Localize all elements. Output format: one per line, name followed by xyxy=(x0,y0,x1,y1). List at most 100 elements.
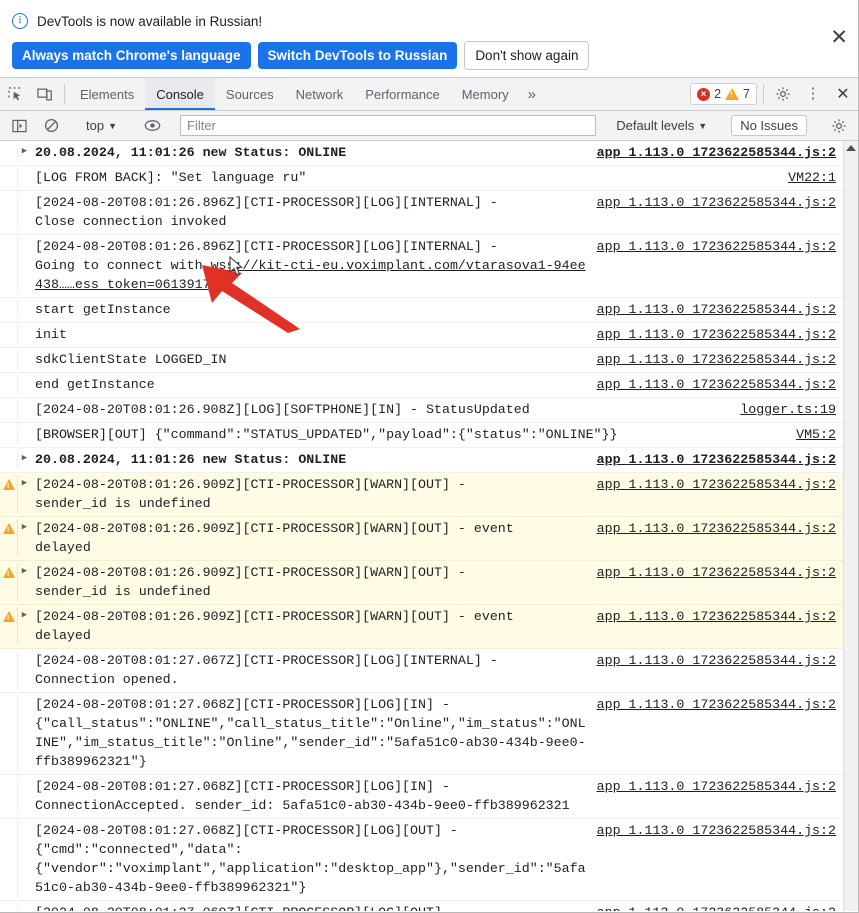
row-gutter xyxy=(0,143,18,162)
console-warning-row[interactable]: ▶[2024-08-20T08:01:26.909Z][CTI-PROCESSO… xyxy=(0,473,858,517)
tabstrip-divider xyxy=(64,84,65,104)
tab-sources[interactable]: Sources xyxy=(215,78,285,110)
always-match-chrome-language-button[interactable]: Always match Chrome's language xyxy=(12,42,251,69)
banner-actions-row: Always match Chrome's language Switch De… xyxy=(12,41,846,70)
info-icon: i xyxy=(12,13,28,29)
source-link[interactable]: app_1.113.0_1723622585344.js:2 xyxy=(597,607,858,626)
close-icon[interactable]: ✕ xyxy=(828,78,858,110)
live-expression-icon[interactable] xyxy=(137,119,167,132)
warning-icon xyxy=(2,611,15,622)
row-gutter xyxy=(0,400,18,419)
source-link[interactable]: app_1.113.0_1723622585344.js:2 xyxy=(597,777,858,796)
expand-arrow-icon[interactable]: ▶ xyxy=(18,475,31,513)
row-gutter xyxy=(0,651,18,689)
source-link[interactable]: app_1.113.0_1723622585344.js:2 xyxy=(597,143,858,162)
source-link[interactable]: app_1.113.0_1723622585344.js:2 xyxy=(597,450,858,469)
tab-network[interactable]: Network xyxy=(285,78,355,110)
expand-arrow-icon[interactable]: ▶ xyxy=(18,607,31,645)
source-link[interactable]: app_1.113.0_1723622585344.js:2 xyxy=(597,651,858,670)
console-log-row[interactable]: ▶ 20.08.2024, 11:01:26 new Status: ONLINE… xyxy=(0,141,858,166)
console-message-text: [2024-08-20T08:01:26.909Z][CTI-PROCESSOR… xyxy=(35,477,466,511)
console-warning-row[interactable]: ▶[2024-08-20T08:01:26.909Z][CTI-PROCESSO… xyxy=(0,605,858,649)
device-toolbar-icon[interactable] xyxy=(30,78,60,110)
source-link[interactable]: app_1.113.0_1723622585344.js:2 xyxy=(597,903,858,911)
source-link[interactable]: app_1.113.0_1723622585344.js:2 xyxy=(597,821,858,840)
expand-arrow-icon[interactable]: ▶ xyxy=(18,143,31,162)
scroll-up-arrow-icon[interactable] xyxy=(846,145,856,151)
kebab-menu-icon[interactable]: ⋮ xyxy=(798,78,828,110)
console-log-row[interactable]: [2024-08-20T08:01:26.896Z][CTI-PROCESSOR… xyxy=(0,191,858,235)
source-link[interactable]: app_1.113.0_1723622585344.js:2 xyxy=(597,475,858,494)
console-message-text: [2024-08-20T08:01:27.068Z][CTI-PROCESSOR… xyxy=(35,779,570,813)
console-log-row[interactable]: [BROWSER][OUT] {"command":"STATUS_UPDATE… xyxy=(0,423,858,448)
console-warning-row[interactable]: ▶[2024-08-20T08:01:26.909Z][CTI-PROCESSO… xyxy=(0,561,858,605)
source-link[interactable]: app_1.113.0_1723622585344.js:2 xyxy=(597,563,858,582)
banner-message-row: i DevTools is now available in Russian! xyxy=(12,10,846,32)
expand-arrow-icon[interactable]: ▶ xyxy=(18,563,31,601)
console-message-link[interactable]: wss://kit-cti-eu.voximplant.com/vtarasov… xyxy=(35,258,586,292)
console-message-text: sdkClientState LOGGED_IN xyxy=(35,352,227,367)
source-link[interactable]: app_1.113.0_1723622585344.js:2 xyxy=(597,325,858,344)
row-gutter xyxy=(0,450,18,469)
console-log-row[interactable]: [2024-08-20T08:01:27.069Z][CTI-PROCESSOR… xyxy=(0,901,858,911)
tab-performance[interactable]: Performance xyxy=(354,78,450,110)
source-link[interactable]: app_1.113.0_1723622585344.js:2 xyxy=(597,350,858,369)
context-label: top xyxy=(86,118,105,133)
row-gutter xyxy=(0,519,18,557)
console-log-row[interactable]: [2024-08-20T08:01:26.896Z][CTI-PROCESSOR… xyxy=(0,235,858,298)
more-tabs-icon[interactable]: » xyxy=(520,78,544,110)
expand-arrow-icon[interactable]: ▶ xyxy=(18,450,31,469)
row-gutter xyxy=(0,563,18,601)
switch-devtools-to-russian-button[interactable]: Switch DevTools to Russian xyxy=(257,42,458,69)
console-log-row[interactable]: [2024-08-20T08:01:26.908Z][LOG][SOFTPHON… xyxy=(0,398,858,423)
error-warning-badge[interactable]: × 2 7 xyxy=(690,83,757,105)
source-link[interactable]: app_1.113.0_1723622585344.js:2 xyxy=(597,237,858,256)
console-log-row[interactable]: [2024-08-20T08:01:27.067Z][CTI-PROCESSOR… xyxy=(0,649,858,693)
source-link[interactable]: app_1.113.0_1723622585344.js:2 xyxy=(597,695,858,714)
console-log-row[interactable]: start getInstance app_1.113.0_17236225853… xyxy=(0,298,858,323)
row-gutter xyxy=(0,777,18,815)
console-log-row[interactable]: [2024-08-20T08:01:27.068Z][CTI-PROCESSOR… xyxy=(0,693,858,775)
tab-console[interactable]: Console xyxy=(145,78,215,110)
source-link[interactable]: app_1.113.0_1723622585344.js:2 xyxy=(597,375,858,394)
no-issues-button[interactable]: No Issues xyxy=(731,115,807,136)
console-log-row[interactable]: [LOG FROM BACK]: "Set language ru" VM22:1 xyxy=(0,166,858,191)
dont-show-again-button[interactable]: Don't show again xyxy=(464,41,590,70)
warning-icon xyxy=(2,479,15,490)
console-settings-icon[interactable] xyxy=(824,118,854,134)
tab-elements[interactable]: Elements xyxy=(69,78,145,110)
tab-label: Memory xyxy=(461,86,509,102)
source-link[interactable]: logger.ts:19 xyxy=(740,400,858,419)
console-message-text: [2024-08-20T08:01:26.909Z][CTI-PROCESSOR… xyxy=(35,609,514,643)
console-log-row[interactable]: ▶ 20.08.2024, 11:01:26 new Status: ONLINE… xyxy=(0,448,858,473)
source-link[interactable]: app_1.113.0_1723622585344.js:2 xyxy=(597,300,858,319)
tab-memory[interactable]: Memory xyxy=(451,78,520,110)
execution-context-selector[interactable]: top ▼ xyxy=(79,118,124,133)
console-scrollbar[interactable] xyxy=(843,141,858,911)
sidebar-toggle-icon[interactable] xyxy=(4,119,34,133)
filter-input[interactable] xyxy=(180,115,597,136)
source-link[interactable]: app_1.113.0_1723622585344.js:2 xyxy=(597,519,858,538)
chevron-down-icon: ▼ xyxy=(698,120,708,131)
console-log-row[interactable]: [2024-08-20T08:01:27.068Z][CTI-PROCESSOR… xyxy=(0,775,858,819)
expand-arrow-icon[interactable]: ▶ xyxy=(18,519,31,557)
console-message-list[interactable]: ▶ 20.08.2024, 11:01:26 new Status: ONLINE… xyxy=(0,141,858,911)
row-gutter xyxy=(0,475,18,513)
banner-close-icon[interactable]: ✕ xyxy=(830,27,848,48)
clear-console-icon[interactable] xyxy=(36,118,66,133)
console-log-row[interactable]: end getInstance app_1.113.0_1723622585344… xyxy=(0,373,858,398)
source-link[interactable]: app_1.113.0_1723622585344.js:2 xyxy=(597,193,858,212)
inspect-element-icon[interactable] xyxy=(0,78,30,110)
gear-icon[interactable] xyxy=(768,78,798,110)
tab-label: Sources xyxy=(225,86,274,102)
console-message-text: start getInstance xyxy=(35,302,171,317)
console-log-row[interactable]: init app_1.113.0_1723622585344.js:2 xyxy=(0,323,858,348)
console-log-row[interactable]: [2024-08-20T08:01:27.068Z][CTI-PROCESSOR… xyxy=(0,819,858,901)
row-gutter xyxy=(0,425,18,444)
console-warning-row[interactable]: ▶[2024-08-20T08:01:26.909Z][CTI-PROCESSO… xyxy=(0,517,858,561)
language-notification-banner: i DevTools is now available in Russian! … xyxy=(0,0,858,78)
row-gutter xyxy=(0,300,18,319)
console-log-row[interactable]: sdkClientState LOGGED_IN app_1.113.0_1723… xyxy=(0,348,858,373)
log-level-selector[interactable]: Default levels ▼ xyxy=(609,118,714,133)
console-message-text: [2024-08-20T08:01:26.909Z][CTI-PROCESSOR… xyxy=(35,521,514,555)
